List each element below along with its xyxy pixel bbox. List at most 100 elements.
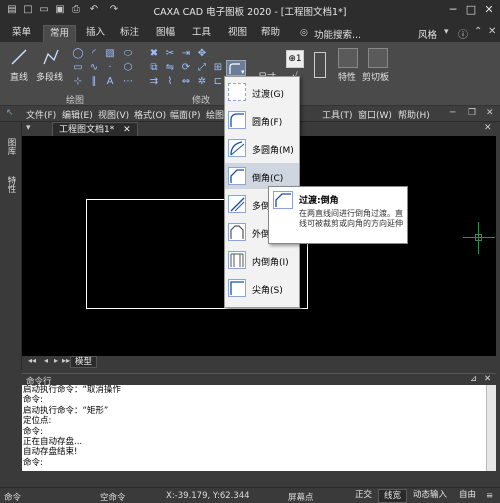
menu-item-multi-fillet[interactable]: 多圆角(M) (225, 135, 299, 161)
tab-view[interactable]: 视图 (222, 25, 253, 42)
copy-icon[interactable]: ⧉ (148, 62, 160, 74)
properties-icon[interactable] (338, 48, 358, 68)
free-button[interactable]: 自由 (454, 489, 481, 503)
cursor-tool-icon[interactable]: ↖ (6, 108, 14, 118)
line-button[interactable]: 直线 (10, 70, 28, 83)
arc-icon[interactable]: ◜ (88, 48, 100, 60)
properties-tab[interactable]: 特性 (5, 176, 17, 193)
properties-button[interactable]: 特性 (338, 70, 356, 83)
tab-sheet[interactable]: 图幅 (150, 25, 181, 42)
doc-close-all-icon[interactable]: ✕ (484, 123, 492, 133)
snap-mode[interactable]: 屏幕点 (288, 491, 314, 503)
explode-icon[interactable]: ✲ (196, 76, 208, 88)
clipboard-icon[interactable] (368, 48, 388, 68)
menu-help[interactable]: 帮助(H) (398, 108, 430, 121)
stretch-icon[interactable]: ⇔ (180, 76, 192, 88)
tab-menu[interactable]: 菜单 (6, 25, 37, 42)
tab-home[interactable]: 常用 (43, 25, 77, 42)
status-coords: X:-39.179, Y:62.344 (166, 491, 250, 501)
menu-minimize-icon[interactable]: ─ (450, 108, 455, 118)
parallel-icon[interactable]: ∥ (88, 76, 100, 88)
menu-format[interactable]: 格式(O) (134, 108, 166, 121)
command-scrollbar[interactable] (486, 385, 496, 471)
tab-list-icon[interactable]: ▾ (26, 123, 31, 133)
close-doc-icon[interactable]: ✕ (123, 125, 131, 135)
chamfer-tooltip: 过渡:倒角 在两直线间进行倒角过渡。直线可被裁剪或向角的方向延伸 (268, 186, 408, 244)
ortho-button[interactable]: 正交 (350, 489, 377, 503)
tab-tools[interactable]: 工具 (186, 25, 217, 42)
circle-icon[interactable]: ◯ (72, 48, 84, 60)
close-button[interactable]: ✕ (482, 3, 496, 17)
menu-sheet[interactable]: 幅面(P) (170, 108, 200, 121)
panel-close-icon[interactable]: ✕ (484, 374, 491, 384)
line-icon[interactable] (10, 48, 28, 66)
ellipse-icon[interactable]: ⬭ (122, 48, 134, 60)
layout-nav-prev-icon[interactable]: ◂ (44, 356, 48, 365)
pin-icon[interactable]: ⊿ (470, 374, 477, 384)
rotate-icon[interactable]: ⟳ (180, 62, 192, 74)
point-icon[interactable]: · (104, 62, 116, 74)
datum-icon[interactable] (314, 52, 326, 78)
menu-window[interactable]: 窗口(W) (358, 108, 392, 121)
style-menu[interactable]: 风格 (418, 27, 437, 41)
polyline-icon[interactable] (42, 48, 60, 66)
menu-draw[interactable]: 绘图 (206, 108, 224, 121)
polygon-icon[interactable]: ⬡ (122, 62, 134, 74)
maximize-button[interactable]: □ (464, 3, 478, 17)
title-bar: ▤ □ ▭ ▣ ⎙ ↶ ↷ CAXA CAD 电子图板 2020 - [工程图文… (0, 0, 500, 22)
polyline-button[interactable]: 多段线 (36, 70, 63, 83)
text-icon[interactable]: A (104, 76, 116, 88)
clipboard-button[interactable]: 剪切板 (362, 70, 389, 83)
array-icon[interactable]: ⊞ (212, 62, 224, 74)
hatch-icon[interactable]: ▧ (104, 48, 116, 60)
scale-icon[interactable]: ⤢ (196, 62, 208, 74)
move-icon[interactable]: ✥ (196, 48, 208, 60)
trim-icon[interactable]: ✂ (164, 48, 176, 60)
menu-item-fillet[interactable]: 圆角(F) (225, 107, 299, 133)
menu-close-icon[interactable]: ✕ (486, 108, 494, 118)
outer-chamfer-icon (228, 223, 246, 241)
spline-icon[interactable]: ∿ (88, 62, 100, 74)
ribbon-close-icon[interactable]: ✕ (488, 26, 496, 37)
break-icon[interactable]: ⌇ (164, 76, 176, 88)
menu-item-inner-chamfer[interactable]: 内倒角(I) (225, 247, 299, 273)
fillet-dropdown-button[interactable]: ▾ (226, 60, 246, 76)
extend-icon[interactable]: ⇥ (180, 48, 192, 60)
minimize-button[interactable]: ─ (446, 3, 460, 17)
document-tab[interactable]: 工程图文档1* ✕ (52, 122, 138, 136)
menu-tools[interactable]: 工具(T) (322, 108, 353, 121)
rectangle-icon[interactable]: ▭ (72, 62, 84, 74)
dots-icon[interactable]: ⋯ (122, 76, 134, 88)
join-icon[interactable]: ⊏ (212, 76, 224, 88)
command-line: 启动执行命令：“矩形” (23, 405, 109, 416)
chevron-down-icon[interactable]: ▾ (444, 27, 449, 37)
lineweight-button[interactable]: 线宽 (378, 489, 408, 503)
layout-nav-first-icon[interactable]: ◂◂ (28, 356, 36, 365)
mirror-icon[interactable]: ⇋ (164, 62, 176, 74)
layout-nav-last-icon[interactable]: ▸▸ (62, 356, 70, 365)
offset-icon[interactable]: ⇉ (148, 76, 160, 88)
lightbulb-icon: ◎ (300, 28, 308, 38)
command-history[interactable]: 启动执行命令：“取消操作 命令: 启动执行命令：“矩形” 定位点: 命令: 正在… (22, 385, 486, 471)
menu-view[interactable]: 视图(V) (98, 108, 129, 121)
dynamic-input-button[interactable]: 动态输入 (408, 489, 452, 503)
library-tab[interactable]: 图库 (5, 138, 17, 155)
tab-help[interactable]: 帮助 (255, 25, 286, 42)
ribbon-minimize-icon[interactable]: ⌃ (474, 26, 482, 37)
tab-annotate[interactable]: 标注 (114, 25, 145, 42)
status-settings-icon[interactable]: ≡ (486, 491, 493, 501)
menu-item-sharp-corner[interactable]: 尖角(S) (225, 275, 299, 301)
center-line-icon[interactable]: ⊹ (72, 76, 84, 88)
menu-restore-icon[interactable]: ❐ (468, 108, 476, 118)
menu-edit[interactable]: 编辑(E) (62, 108, 93, 121)
info-icon[interactable]: ⓘ (458, 26, 468, 41)
layout-nav-next-icon[interactable]: ▸ (54, 356, 58, 365)
feature-search[interactable]: 功能搜索... (314, 27, 361, 41)
menu-item-transition[interactable]: 过渡(G) (225, 79, 299, 105)
tab-insert[interactable]: 插入 (80, 25, 111, 42)
model-tab[interactable]: 模型 (70, 356, 98, 368)
command-input[interactable]: 命令: (23, 458, 486, 468)
menu-file[interactable]: 文件(F) (26, 108, 56, 121)
delete-icon[interactable]: ✖ (148, 48, 160, 60)
tolerance-icon[interactable]: ⊕1 (286, 50, 304, 68)
